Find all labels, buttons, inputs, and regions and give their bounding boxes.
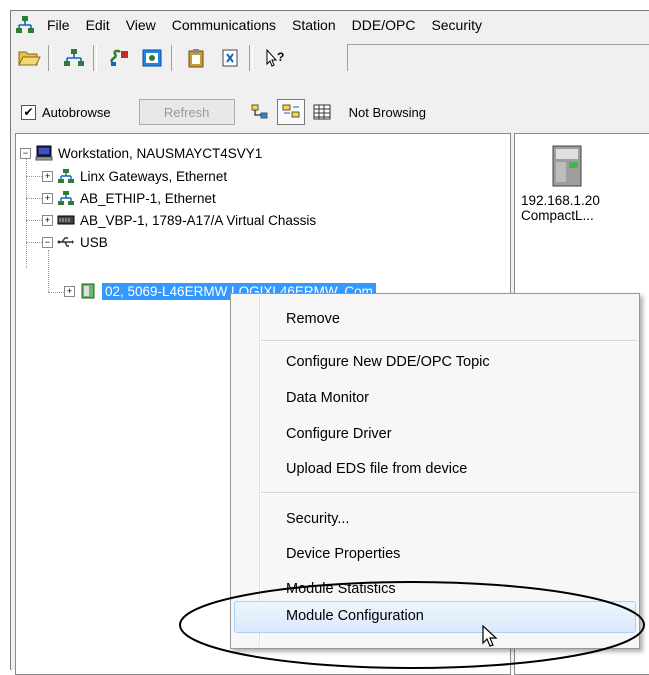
mouse-pointer-icon bbox=[482, 625, 498, 647]
main-toolbar: ? bbox=[11, 41, 649, 75]
clipboard-button[interactable] bbox=[182, 44, 212, 72]
expand-toggle[interactable]: + bbox=[42, 170, 53, 182]
configure-drivers-button[interactable] bbox=[104, 44, 134, 72]
tree-connector bbox=[48, 292, 64, 293]
browse-status: Not Browsing bbox=[348, 104, 426, 120]
menu-bar: File Edit View Communications Station DD… bbox=[11, 11, 649, 39]
toolbar-empty-area bbox=[347, 44, 649, 71]
tree-node-linx-gateways[interactable]: + Linx Gateways, Ethernet bbox=[42, 166, 227, 186]
driver-icon bbox=[110, 49, 128, 66]
workstation-icon bbox=[35, 145, 53, 161]
autobrowse-checkbox[interactable]: ✔ bbox=[21, 104, 36, 120]
large-icons-view-button[interactable] bbox=[276, 99, 305, 125]
menu-item-configure-driver[interactable]: Configure Driver bbox=[286, 422, 392, 446]
menu-separator bbox=[261, 492, 637, 494]
menu-item-configure-dde-opc-topic[interactable]: Configure New DDE/OPC Topic bbox=[286, 350, 490, 374]
expand-toggle[interactable]: + bbox=[42, 214, 53, 226]
menu-edit[interactable]: Edit bbox=[78, 17, 118, 33]
tree-view-button[interactable] bbox=[247, 100, 273, 124]
open-folder-icon bbox=[18, 51, 41, 66]
menu-item-upload-eds[interactable]: Upload EDS file from device bbox=[286, 457, 467, 481]
tree-connector bbox=[26, 220, 42, 221]
large-icons-icon bbox=[282, 104, 300, 118]
topic-icon bbox=[142, 49, 162, 67]
context-help-icon: ? bbox=[266, 48, 284, 67]
browse-tree-icon bbox=[251, 104, 268, 119]
open-project-button[interactable] bbox=[14, 44, 44, 72]
toolbar-separator bbox=[249, 45, 253, 71]
rswho-button[interactable] bbox=[59, 44, 89, 72]
tree-connector bbox=[26, 176, 42, 177]
expand-toggle[interactable]: + bbox=[42, 192, 53, 204]
details-view-button[interactable] bbox=[309, 100, 335, 124]
autobrowse-label: Autobrowse bbox=[42, 104, 111, 120]
menu-dde-opc[interactable]: DDE/OPC bbox=[344, 17, 424, 33]
tree-node-label: AB_VBP-1, 1789-A17/A Virtual Chassis bbox=[80, 212, 317, 228]
svg-text:?: ? bbox=[277, 50, 284, 64]
menu-security[interactable]: Security bbox=[423, 17, 490, 33]
tree-connector bbox=[26, 198, 42, 199]
network-icon bbox=[64, 49, 84, 66]
tree-node-label: USB bbox=[80, 234, 108, 250]
compactlogix-controller-icon bbox=[552, 145, 582, 187]
toolbar-separator bbox=[48, 45, 52, 71]
tree-node-workstation[interactable]: − Workstation, NAUSMAYCT4SVY1 bbox=[20, 143, 262, 163]
help-topic-button[interactable] bbox=[215, 44, 245, 72]
network-icon bbox=[58, 191, 74, 205]
browse-toolbar: ✔ Autobrowse Refresh Not Browsing bbox=[11, 97, 649, 127]
collapse-toggle[interactable]: − bbox=[42, 236, 53, 248]
tree-connector bbox=[26, 156, 27, 268]
tree-node-label: Linx Gateways, Ethernet bbox=[80, 168, 228, 184]
dde-opc-button[interactable] bbox=[137, 44, 167, 72]
menu-item-data-monitor[interactable]: Data Monitor bbox=[286, 386, 369, 410]
tree-node-usb[interactable]: − USB bbox=[42, 232, 108, 252]
refresh-button[interactable]: Refresh bbox=[138, 99, 235, 125]
highlight-ellipse-annotation bbox=[179, 581, 645, 669]
whats-this-button[interactable]: ? bbox=[260, 44, 290, 72]
menu-communications[interactable]: Communications bbox=[164, 17, 284, 33]
clipboard-icon bbox=[188, 49, 204, 68]
expand-toggle[interactable]: + bbox=[64, 285, 75, 297]
menu-item-remove[interactable]: Remove bbox=[286, 307, 340, 331]
tree-node-ab-vbp[interactable]: + AB_VBP-1, 1789-A17/A Virtual Chassis bbox=[42, 210, 316, 230]
controller-module-icon bbox=[81, 283, 95, 299]
menu-item-device-properties[interactable]: Device Properties bbox=[286, 542, 400, 566]
network-icon bbox=[58, 169, 74, 183]
menu-separator bbox=[261, 340, 637, 342]
device-address: 192.168.1.20 bbox=[521, 193, 600, 208]
menu-station[interactable]: Station bbox=[284, 17, 344, 33]
menu-item-security[interactable]: Security... bbox=[286, 507, 349, 531]
device-item[interactable]: 192.168.1.20 CompactL... bbox=[521, 144, 641, 223]
tree-connector bbox=[48, 250, 49, 292]
help-page-icon bbox=[222, 49, 238, 67]
tree-node-label: Workstation, NAUSMAYCT4SVY1 bbox=[58, 145, 263, 161]
usb-icon bbox=[57, 237, 74, 247]
toolbar-separator bbox=[93, 45, 97, 71]
menu-view[interactable]: View bbox=[118, 17, 164, 33]
menu-file[interactable]: File bbox=[39, 17, 78, 33]
device-name: CompactL... bbox=[521, 208, 594, 223]
toolbar-separator bbox=[171, 45, 175, 71]
tree-node-label: AB_ETHIP-1, Ethernet bbox=[80, 190, 216, 206]
collapse-toggle[interactable]: − bbox=[20, 147, 31, 159]
network-app-icon bbox=[16, 16, 34, 33]
tree-connector bbox=[26, 242, 42, 243]
tree-node-ab-ethip[interactable]: + AB_ETHIP-1, Ethernet bbox=[42, 188, 216, 208]
virtual-chassis-icon bbox=[57, 215, 75, 225]
details-list-icon bbox=[313, 104, 331, 120]
